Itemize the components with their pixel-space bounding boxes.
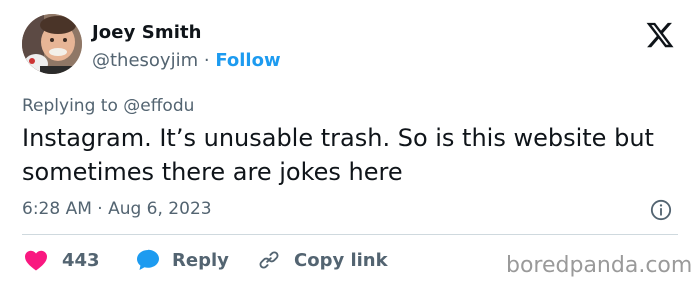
user-name[interactable]: Joey Smith bbox=[92, 22, 202, 43]
reply-button[interactable]: Reply bbox=[136, 249, 229, 271]
reply-label: Reply bbox=[172, 249, 229, 271]
copy-link-button[interactable]: Copy link bbox=[258, 249, 388, 271]
like-count: 443 bbox=[62, 249, 100, 271]
replying-to: Replying to @effodu bbox=[22, 96, 194, 116]
avatar[interactable] bbox=[22, 14, 82, 74]
heart-icon bbox=[25, 250, 47, 271]
avatar-image bbox=[22, 14, 82, 74]
divider bbox=[22, 234, 678, 235]
speech-bubble-icon bbox=[137, 249, 159, 270]
follow-button[interactable]: Follow bbox=[215, 50, 280, 71]
watermark: boredpanda.com bbox=[506, 253, 693, 278]
handle-row: @thesoyjim · Follow bbox=[92, 50, 281, 71]
copy-link-label: Copy link bbox=[294, 249, 388, 271]
link-icon bbox=[259, 251, 279, 269]
separator-dot: · bbox=[203, 50, 210, 71]
info-icon[interactable] bbox=[650, 199, 672, 221]
replying-prefix: Replying to bbox=[22, 96, 118, 116]
replying-mention[interactable]: @effodu bbox=[123, 96, 194, 116]
user-handle[interactable]: @thesoyjim bbox=[92, 50, 198, 71]
like-button[interactable]: 443 bbox=[24, 249, 100, 271]
tweet-text: Instagram. It’s unusable trash. So is th… bbox=[22, 124, 654, 186]
tweet-timestamp[interactable]: 6:28 AM · Aug 6, 2023 bbox=[22, 199, 212, 219]
x-logo-icon[interactable] bbox=[644, 20, 676, 50]
